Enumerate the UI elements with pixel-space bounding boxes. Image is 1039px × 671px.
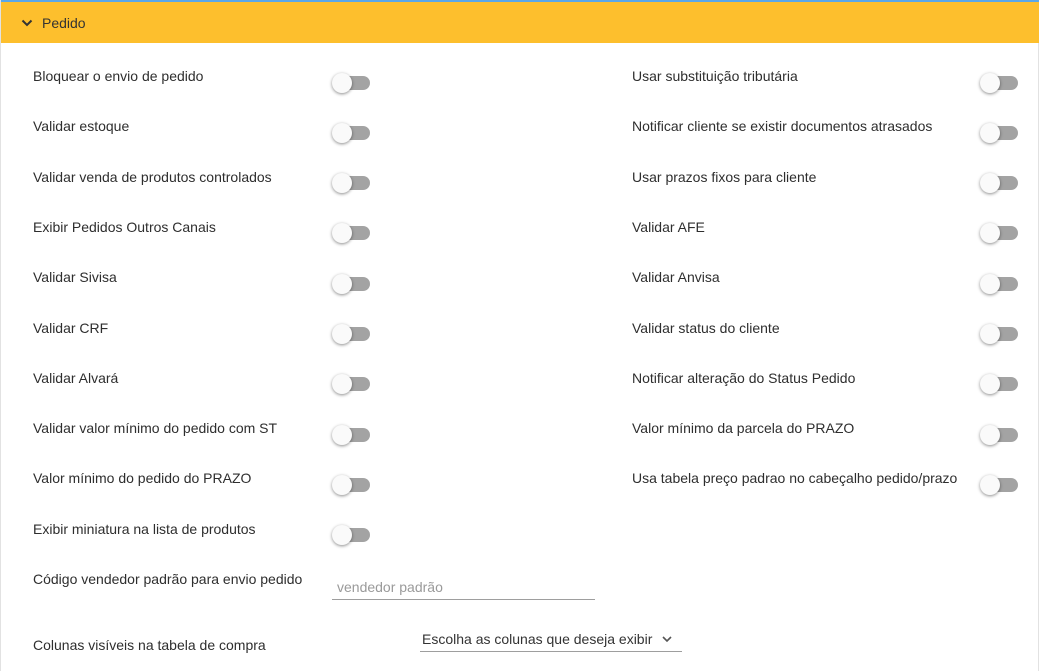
toggle-thumb xyxy=(332,223,352,244)
setting-label-validar-crf: Validar CRF xyxy=(33,319,109,336)
setting-label-validar-anvisa: Validar Anvisa xyxy=(632,269,720,286)
setting-label-validar-status-do-cliente: Validar status do cliente xyxy=(632,319,780,336)
toggle-exibir-pedidos-outros-canais[interactable] xyxy=(332,221,370,244)
toggle-thumb xyxy=(980,374,1000,395)
toggle-notificar-alteracao-do-status-pedido[interactable] xyxy=(980,372,1018,395)
toggle-thumb xyxy=(980,223,1000,244)
toggle-thumb xyxy=(980,173,1000,194)
toggle-thumb xyxy=(332,324,352,344)
toggle-usa-tabela-preco-padrao-no-cabecalho-pedido-prazo[interactable] xyxy=(980,473,1018,495)
toggle-exibir-miniatura-na-lista-de-produtos[interactable] xyxy=(332,523,370,546)
toggle-thumb xyxy=(332,122,352,143)
chevron-down-icon[interactable] xyxy=(19,15,35,31)
panel-header-pedido[interactable]: Pedido xyxy=(1,0,1039,43)
toggle-validar-anvisa[interactable] xyxy=(980,272,1018,294)
setting-label-usa-tabela-preco-padrao-no-cabecalho-pedido-prazo: Usa tabela preço padrao no cabeçalho ped… xyxy=(632,470,958,487)
panel-title: Pedido xyxy=(42,14,86,31)
toggle-validar-afe[interactable] xyxy=(980,221,1018,244)
toggle-thumb xyxy=(332,525,352,546)
setting-label-usar-substituicao-tributaria: Usar substituição tributária xyxy=(632,68,798,84)
toggle-usar-prazos-fixos-para-cliente[interactable] xyxy=(980,171,1018,194)
setting-label-validar-estoque: Validar estoque xyxy=(33,118,130,135)
toggle-thumb xyxy=(980,273,1000,294)
toggle-thumb xyxy=(332,273,352,294)
toggle-thumb xyxy=(332,173,352,194)
setting-label-notificar-alteracao-do-status-pedido: Notificar alteração do Status Pedido xyxy=(632,369,856,386)
toggle-notificar-cliente-se-existir-documentos-atrasados[interactable] xyxy=(980,121,1018,143)
visible-columns-label: Colunas visíveis na tabela de compra xyxy=(33,637,266,653)
pedido-panel: Pedido Bloquear o envio de pedido Validar… xyxy=(0,0,1039,671)
setting-label-usar-prazos-fixos-para-cliente: Usar prazos fixos para cliente xyxy=(632,168,817,185)
setting-label-validar-venda-de-produtos-controlados: Validar venda de produtos controlados xyxy=(33,168,272,185)
toggle-valor-minimo-da-parcela-do-prazo[interactable] xyxy=(980,423,1018,445)
toggle-thumb xyxy=(980,474,1000,495)
setting-label-validar-valor-minimo-do-pedido-com-st: Validar valor mínimo do pedido com ST xyxy=(33,420,278,437)
setting-label-validar-alvara: Validar Alvará xyxy=(33,369,119,386)
vendor-code-label: Código vendedor padrão para envio pedido xyxy=(33,571,303,587)
setting-label-validar-afe: Validar AFE xyxy=(632,218,705,235)
toggle-valor-minimo-do-pedido-do-prazo[interactable] xyxy=(332,473,370,495)
toggle-thumb xyxy=(980,424,1000,445)
chevron-down-icon xyxy=(661,633,673,645)
toggle-validar-sivisa[interactable] xyxy=(332,272,370,294)
setting-label-notificar-cliente-se-existir-documentos-atrasados: Notificar cliente se existir documentos … xyxy=(632,118,933,135)
setting-label-validar-sivisa: Validar Sivisa xyxy=(33,269,117,286)
toggle-validar-crf[interactable] xyxy=(332,322,370,344)
setting-label-valor-minimo-da-parcela-do-prazo: Valor mínimo da parcela do PRAZO xyxy=(632,420,855,437)
toggle-thumb xyxy=(332,72,352,93)
toggle-validar-status-do-cliente[interactable] xyxy=(980,322,1018,344)
toggle-thumb xyxy=(332,424,352,445)
toggle-thumb xyxy=(332,474,352,495)
toggle-thumb xyxy=(980,72,1000,93)
setting-label-exibir-miniatura-na-lista-de-produtos: Exibir miniatura na lista de produtos xyxy=(33,520,256,537)
toggle-thumb xyxy=(980,324,1000,344)
toggle-bloquear-o-envio-de-pedido[interactable] xyxy=(332,71,370,93)
toggle-validar-estoque[interactable] xyxy=(332,121,370,143)
setting-label-exibir-pedidos-outros-canais: Exibir Pedidos Outros Canais xyxy=(33,218,216,235)
setting-label-bloquear-o-envio-de-pedido: Bloquear o envio de pedido xyxy=(33,68,204,84)
visible-columns-select-value: Escolha as colunas que deseja exibir xyxy=(422,630,653,647)
toggle-usar-substituicao-tributaria[interactable] xyxy=(980,71,1018,93)
vendor-code-input[interactable] xyxy=(332,574,595,600)
toggle-thumb xyxy=(980,122,1000,143)
toggle-thumb xyxy=(332,374,352,395)
setting-label-valor-minimo-do-pedido-do-prazo: Valor mínimo do pedido do PRAZO xyxy=(33,470,252,487)
toggle-validar-venda-de-produtos-controlados[interactable] xyxy=(332,171,370,194)
visible-columns-select[interactable]: Escolha as colunas que deseja exibir xyxy=(420,626,682,652)
toggle-validar-valor-minimo-do-pedido-com-st[interactable] xyxy=(332,423,370,445)
toggle-validar-alvara[interactable] xyxy=(332,372,370,395)
